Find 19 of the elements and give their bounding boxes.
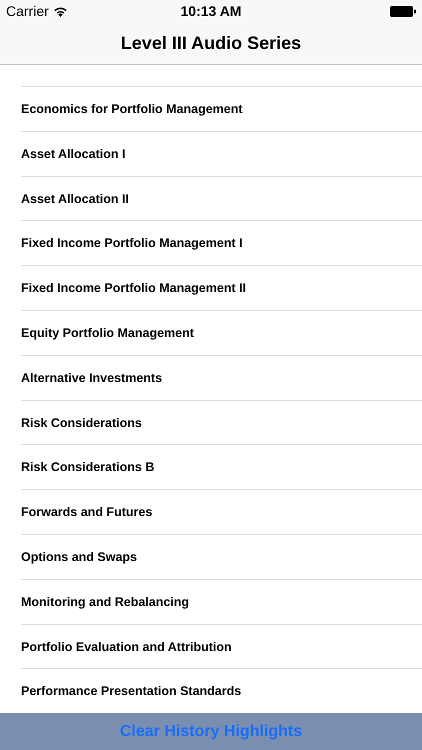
- list-item[interactable]: Equity Portfolio Management: [0, 310, 422, 356]
- list-item[interactable]: Asset Allocation II: [0, 176, 422, 222]
- list-item[interactable]: Asset Allocation I: [0, 132, 422, 177]
- list-item[interactable]: Options and Swaps: [0, 534, 422, 580]
- list-item[interactable]: Forwards and Futures: [0, 490, 422, 535]
- carrier-label: Carrier: [6, 2, 49, 20]
- battery-icon: [390, 6, 416, 16]
- window-title: Level III Audio Series: [120, 32, 302, 54]
- list-item[interactable]: Monitoring and Rebalancing: [0, 580, 422, 625]
- wifi-icon: [52, 6, 68, 16]
- list-item[interactable]: Performance Presentation Standards: [0, 669, 422, 713]
- list-item[interactable]: Economics for Portfolio Management: [0, 87, 422, 132]
- list-item[interactable]: Alternative Investments: [0, 356, 422, 401]
- list-item[interactable]: Fixed Income Portfolio Management II: [0, 266, 422, 311]
- list-item[interactable]: Risk Considerations B: [0, 445, 422, 490]
- list-item[interactable]: Risk Considerations: [0, 400, 422, 446]
- list-item[interactable]: Portfolio Evaluation and Attribution: [0, 624, 422, 670]
- time-label: 10:13 AM: [180, 2, 242, 20]
- list-item[interactable]: Fixed Income Portfolio Management I: [0, 221, 422, 266]
